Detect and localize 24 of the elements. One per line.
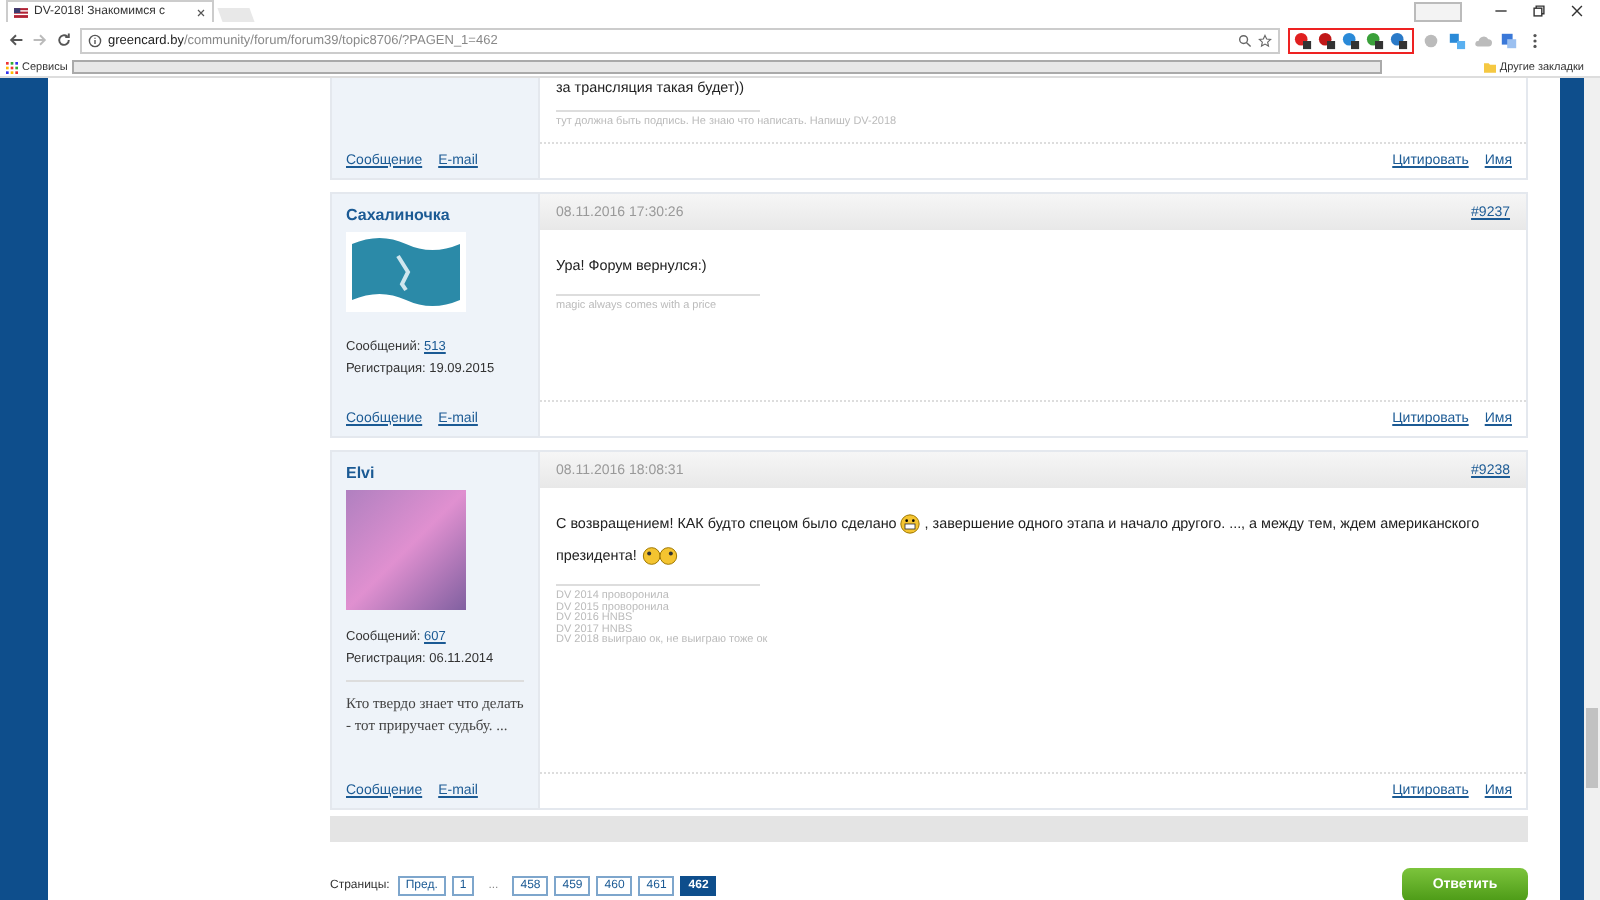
extension-icon[interactable] (1366, 31, 1384, 49)
author-name[interactable]: Elvi (346, 464, 524, 482)
restore-icon[interactable] (1532, 4, 1546, 18)
apps-grid-icon (6, 61, 18, 73)
close-icon[interactable] (1570, 4, 1584, 18)
reload-icon[interactable] (56, 32, 72, 48)
back-icon[interactable] (8, 32, 24, 48)
info-icon (88, 33, 102, 47)
avatar-picture (346, 490, 466, 610)
flag-avatar (346, 232, 466, 312)
scrollbar[interactable] (1584, 78, 1600, 900)
smiley-icon (900, 514, 921, 534)
author-name[interactable]: Сахалиночка (346, 206, 524, 224)
minimize-icon[interactable] (1494, 4, 1508, 18)
extension-icon[interactable] (1390, 31, 1408, 49)
translate-icon[interactable] (1500, 31, 1518, 49)
flag-icon (14, 7, 28, 17)
extension-icon[interactable] (1318, 31, 1336, 49)
star-icon[interactable] (1258, 33, 1272, 47)
extension-icon[interactable] (1294, 31, 1312, 49)
close-icon[interactable] (196, 7, 206, 17)
zoom-icon[interactable] (1238, 33, 1252, 47)
smileys-icon (640, 546, 681, 566)
extension-icon[interactable] (1342, 31, 1360, 49)
